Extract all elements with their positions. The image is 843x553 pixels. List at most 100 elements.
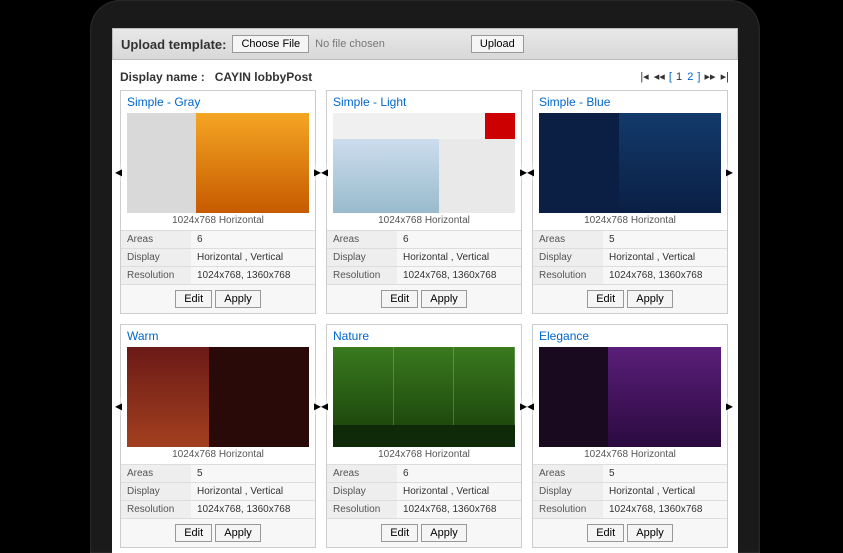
template-card: Elegance◂▸1024x768 HorizontalAreas5Displ… <box>532 324 728 548</box>
template-thumbnail[interactable] <box>539 347 721 447</box>
header-row: Display name : CAYIN lobbyPost |◂ ◂◂ [ 1… <box>112 60 738 90</box>
edit-button[interactable]: Edit <box>587 524 624 542</box>
apply-button[interactable]: Apply <box>215 290 261 308</box>
areas-value: 5 <box>603 465 727 483</box>
display-value: Horizontal , Vertical <box>603 483 727 501</box>
pager-close: ] <box>697 71 700 83</box>
upload-label: Upload template: <box>121 37 226 52</box>
template-title[interactable]: Simple - Light <box>327 91 521 113</box>
display-label: Display <box>327 249 397 267</box>
resolution-value: 1024x768, 1360x768 <box>397 501 521 519</box>
resolution-label: Resolution <box>121 267 191 285</box>
resolution-label: Resolution <box>327 267 397 285</box>
areas-label: Areas <box>533 231 603 249</box>
template-title[interactable]: Warm <box>121 325 315 347</box>
edit-button[interactable]: Edit <box>175 290 212 308</box>
pager-open: [ <box>669 71 672 83</box>
edit-button[interactable]: Edit <box>381 290 418 308</box>
apply-button[interactable]: Apply <box>627 290 673 308</box>
areas-value: 6 <box>397 465 521 483</box>
template-title[interactable]: Elegance <box>533 325 727 347</box>
areas-value: 6 <box>397 231 521 249</box>
areas-label: Areas <box>533 465 603 483</box>
resolution-label: Resolution <box>533 501 603 519</box>
template-meta: Areas5DisplayHorizontal , VerticalResolu… <box>121 464 315 518</box>
resolution-value: 1024x768, 1360x768 <box>603 501 727 519</box>
display-value: Horizontal , Vertical <box>397 249 521 267</box>
pager-page-2[interactable]: 2 <box>686 71 694 83</box>
edit-button[interactable]: Edit <box>381 524 418 542</box>
thumb-next-icon[interactable]: ▸ <box>314 397 321 414</box>
resolution-value: 1024x768, 1360x768 <box>603 267 727 285</box>
apply-button[interactable]: Apply <box>421 524 467 542</box>
template-actions: Edit Apply <box>533 284 727 313</box>
thumb-prev-icon[interactable]: ◂ <box>527 397 534 414</box>
pager-page-1[interactable]: 1 <box>675 71 683 83</box>
choose-file-button[interactable]: Choose File <box>232 35 309 53</box>
thumb-prev-icon[interactable]: ◂ <box>321 397 328 414</box>
display-name-value: CAYIN lobbyPost <box>215 70 313 84</box>
thumb-prev-icon[interactable]: ◂ <box>115 163 122 180</box>
thumb-prev-icon[interactable]: ◂ <box>321 163 328 180</box>
resolution-value: 1024x768, 1360x768 <box>191 501 315 519</box>
thumb-next-icon[interactable]: ▸ <box>314 163 321 180</box>
template-card: Nature◂▸1024x768 HorizontalAreas6Display… <box>326 324 522 548</box>
template-actions: Edit Apply <box>533 518 727 547</box>
pager-first-icon[interactable]: |◂ <box>639 71 649 83</box>
template-actions: Edit Apply <box>121 284 315 313</box>
template-meta: Areas5DisplayHorizontal , VerticalResolu… <box>533 230 727 284</box>
display-label: Display <box>533 483 603 501</box>
display-name-label: Display name : <box>120 70 205 84</box>
thumb-next-icon[interactable]: ▸ <box>726 397 733 414</box>
thumbnail-caption: 1024x768 Horizontal <box>533 213 727 230</box>
template-thumbnail[interactable] <box>127 347 309 447</box>
thumb-next-icon[interactable]: ▸ <box>726 163 733 180</box>
pager-last-icon[interactable]: ▸| <box>720 71 730 83</box>
apply-button[interactable]: Apply <box>421 290 467 308</box>
display-label: Display <box>327 483 397 501</box>
display-value: Horizontal , Vertical <box>397 483 521 501</box>
display-name: Display name : CAYIN lobbyPost <box>120 70 312 84</box>
resolution-label: Resolution <box>533 267 603 285</box>
thumb-prev-icon[interactable]: ◂ <box>115 397 122 414</box>
template-card: Simple - Blue◂▸1024x768 HorizontalAreas5… <box>532 90 728 314</box>
template-title[interactable]: Simple - Blue <box>533 91 727 113</box>
display-label: Display <box>121 249 191 267</box>
resolution-value: 1024x768, 1360x768 <box>191 267 315 285</box>
template-title[interactable]: Simple - Gray <box>121 91 315 113</box>
thumbnail-caption: 1024x768 Horizontal <box>533 447 727 464</box>
resolution-label: Resolution <box>327 501 397 519</box>
thumbnail-caption: 1024x768 Horizontal <box>121 213 315 230</box>
pager-prev-icon[interactable]: ◂◂ <box>653 71 666 83</box>
apply-button[interactable]: Apply <box>627 524 673 542</box>
thumb-next-icon[interactable]: ▸ <box>520 397 527 414</box>
display-value: Horizontal , Vertical <box>191 483 315 501</box>
pager: |◂ ◂◂ [ 1 2 ] ▸▸ ▸| <box>639 70 730 84</box>
areas-value: 5 <box>191 465 315 483</box>
template-card: Simple - Light◂▸1024x768 HorizontalAreas… <box>326 90 522 314</box>
template-meta: Areas6DisplayHorizontal , VerticalResolu… <box>121 230 315 284</box>
template-actions: Edit Apply <box>327 518 521 547</box>
edit-button[interactable]: Edit <box>175 524 212 542</box>
template-grid: Simple - Gray◂▸1024x768 HorizontalAreas6… <box>112 90 738 548</box>
upload-button[interactable]: Upload <box>471 35 524 53</box>
template-meta: Areas6DisplayHorizontal , VerticalResolu… <box>327 464 521 518</box>
template-meta: Areas6DisplayHorizontal , VerticalResolu… <box>327 230 521 284</box>
display-value: Horizontal , Vertical <box>603 249 727 267</box>
template-thumbnail[interactable] <box>333 347 515 447</box>
resolution-value: 1024x768, 1360x768 <box>397 267 521 285</box>
template-thumbnail[interactable] <box>333 113 515 213</box>
areas-label: Areas <box>121 465 191 483</box>
template-card: Warm◂▸1024x768 HorizontalAreas5DisplayHo… <box>120 324 316 548</box>
template-title[interactable]: Nature <box>327 325 521 347</box>
pager-next-icon[interactable]: ▸▸ <box>704 71 717 83</box>
thumbnail-caption: 1024x768 Horizontal <box>327 447 521 464</box>
edit-button[interactable]: Edit <box>587 290 624 308</box>
thumbnail-caption: 1024x768 Horizontal <box>327 213 521 230</box>
template-thumbnail[interactable] <box>127 113 309 213</box>
apply-button[interactable]: Apply <box>215 524 261 542</box>
template-actions: Edit Apply <box>121 518 315 547</box>
thumb-prev-icon[interactable]: ◂ <box>527 163 534 180</box>
thumb-next-icon[interactable]: ▸ <box>520 163 527 180</box>
template-thumbnail[interactable] <box>539 113 721 213</box>
